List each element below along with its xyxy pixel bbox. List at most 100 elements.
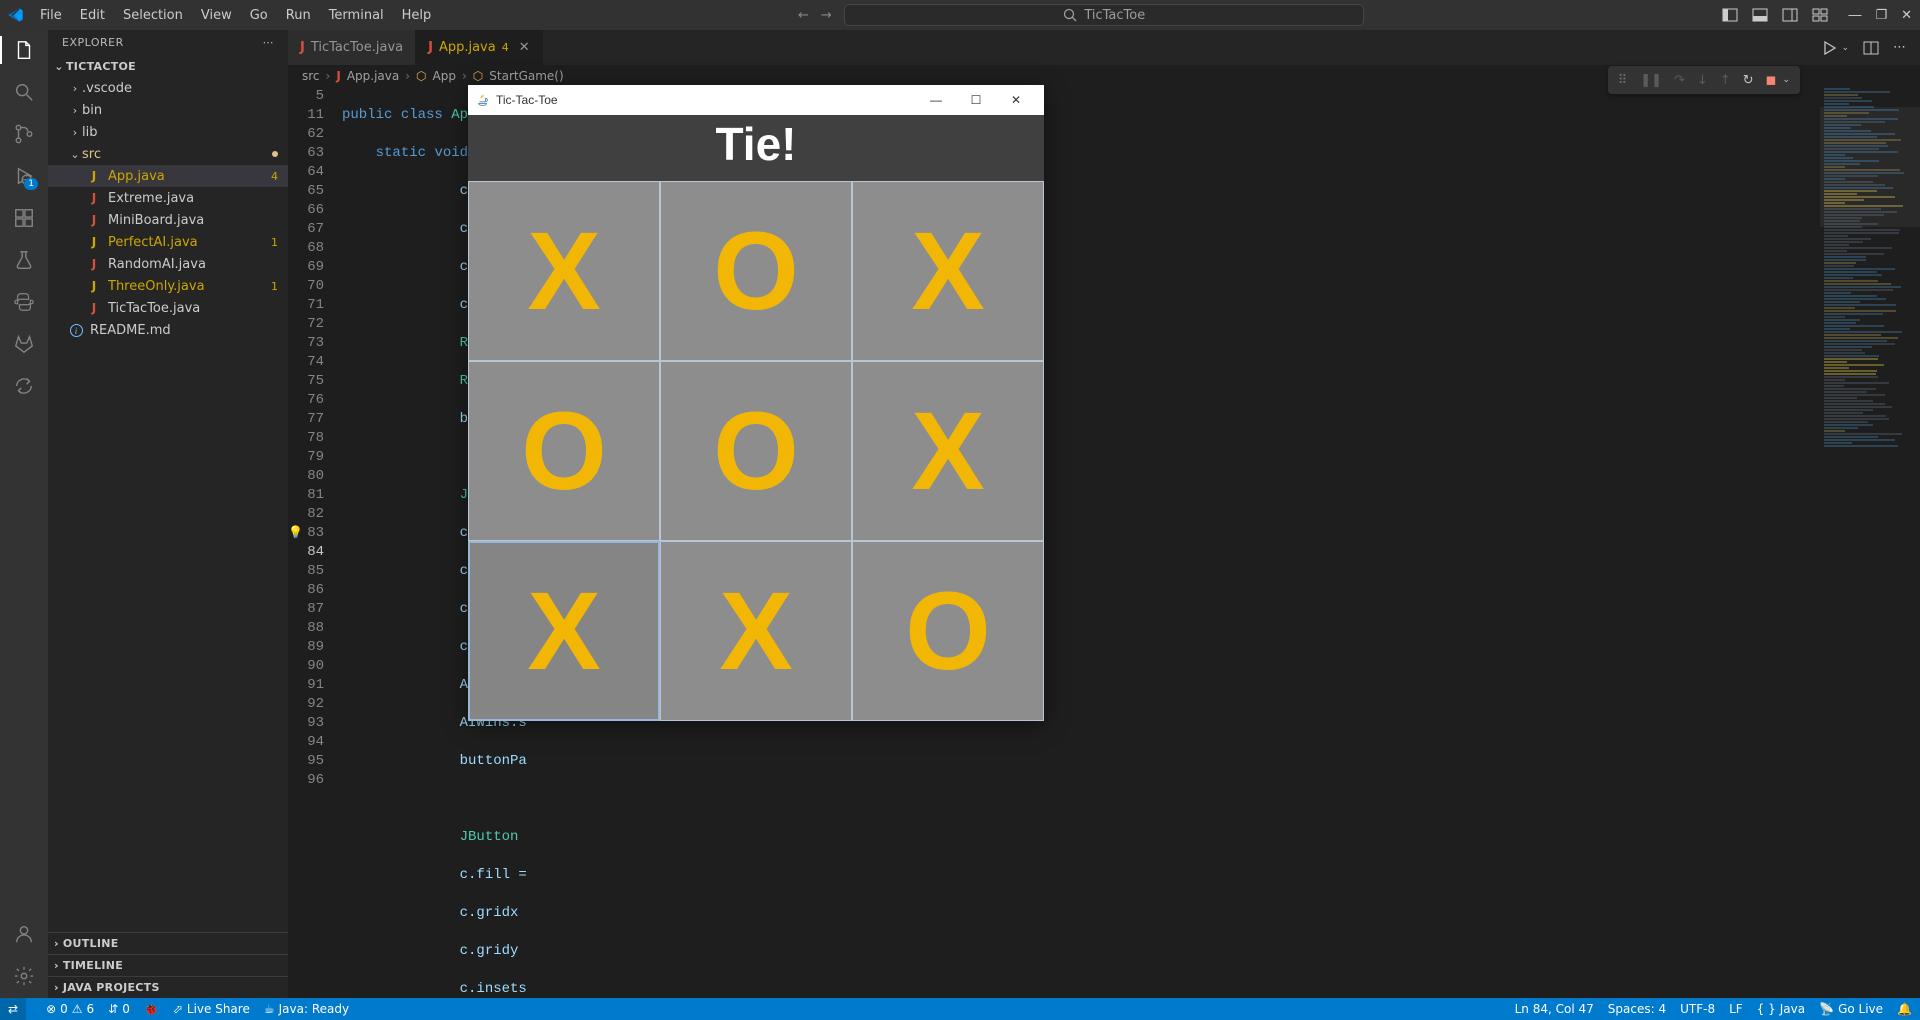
run-icon[interactable] — [1821, 40, 1837, 56]
menu-go[interactable]: Go — [242, 4, 276, 27]
activity-run-debug-icon[interactable]: 1 — [12, 164, 36, 188]
section-outline[interactable]: ›OUTLINE — [48, 932, 288, 954]
menu-run[interactable]: Run — [278, 4, 319, 27]
tab-app[interactable]: JApp.java4✕ — [416, 30, 543, 65]
split-editor-icon[interactable] — [1863, 40, 1879, 56]
explorer-more-icon[interactable]: ⋯ — [263, 36, 275, 49]
debug-stop-icon[interactable]: ◼ — [1766, 73, 1777, 88]
project-root[interactable]: ⌄TICTACTOE — [48, 55, 288, 77]
status-live-share[interactable]: ⬀Live Share — [173, 1002, 250, 1016]
status-encoding[interactable]: UTF-8 — [1680, 1002, 1715, 1016]
activity-gitlab-icon[interactable] — [12, 332, 36, 356]
menu-bar: File Edit Selection View Go Run Terminal… — [32, 4, 439, 27]
activity-python-icon[interactable] — [12, 290, 36, 314]
debug-badge: 1 — [24, 178, 38, 190]
folder-vscode[interactable]: ›.vscode — [48, 77, 288, 99]
menu-help[interactable]: Help — [394, 4, 440, 27]
game-cell-5[interactable]: X — [852, 361, 1044, 541]
folder-lib[interactable]: ›lib — [48, 121, 288, 143]
game-maximize-icon[interactable]: ☐ — [956, 93, 996, 107]
debug-step-into-icon[interactable]: ↓ — [1697, 73, 1708, 88]
activity-settings-icon[interactable] — [12, 964, 36, 988]
game-cell-0[interactable]: X — [468, 181, 660, 361]
folder-src[interactable]: ⌄src — [48, 143, 288, 165]
file-tree: ⌄TICTACTOE ›.vscode ›bin ›lib ⌄src JApp.… — [48, 55, 288, 932]
folder-bin[interactable]: ›bin — [48, 99, 288, 121]
activity-accounts-icon[interactable] — [12, 922, 36, 946]
game-cell-6[interactable]: X — [468, 541, 660, 721]
file-perfectai-java[interactable]: JPerfectAI.java1 — [48, 231, 288, 253]
file-threeonly-java[interactable]: JThreeOnly.java1 — [48, 275, 288, 297]
vscode-icon — [8, 7, 24, 23]
nav-back-icon[interactable]: ← — [798, 8, 809, 23]
status-problems[interactable]: ⊗0⚠6 — [46, 1002, 94, 1016]
debug-grip-icon[interactable]: ⠿ — [1618, 73, 1629, 88]
toggle-panel-icon[interactable] — [1752, 7, 1768, 23]
status-notifications-icon[interactable]: 🔔 — [1897, 1002, 1912, 1016]
modified-dot-icon — [272, 151, 278, 157]
toggle-primary-sidebar-icon[interactable] — [1722, 7, 1738, 23]
menu-view[interactable]: View — [193, 4, 240, 27]
java-icon — [476, 93, 490, 107]
window-minimize-icon[interactable]: ― — [1848, 8, 1861, 23]
tab-close-icon[interactable]: ✕ — [519, 40, 530, 55]
status-indent[interactable]: Spaces: 4 — [1608, 1002, 1666, 1016]
debug-toolbar[interactable]: ⠿ ❚❚ ↷ ↓ ↑ ↻ ◼⌄ — [1608, 66, 1800, 94]
status-cursor[interactable]: Ln 84, Col 47 — [1515, 1002, 1594, 1016]
section-timeline[interactable]: ›TIMELINE — [48, 954, 288, 976]
game-cell-8[interactable]: O — [852, 541, 1044, 721]
activity-source-control-icon[interactable] — [12, 122, 36, 146]
game-cell-2[interactable]: X — [852, 181, 1044, 361]
activity-testing-icon[interactable] — [12, 248, 36, 272]
debug-step-out-icon[interactable]: ↑ — [1720, 73, 1731, 88]
window-close-icon[interactable]: ✕ — [1901, 8, 1912, 23]
search-icon — [1062, 7, 1078, 23]
file-readme[interactable]: iREADME.md — [48, 319, 288, 341]
activity-extensions-icon[interactable] — [12, 206, 36, 230]
menu-file[interactable]: File — [32, 4, 70, 27]
line-gutter: 5116263646566676869707172737475767778798… — [288, 87, 342, 790]
status-language[interactable]: { } Java — [1757, 1002, 1805, 1016]
status-java[interactable]: ☕Java: Ready — [264, 1002, 349, 1016]
command-center-text: TicTacToe — [1084, 8, 1145, 23]
section-java-projects[interactable]: ›JAVA PROJECTS — [48, 976, 288, 998]
game-title-bar[interactable]: Tic-Tac-Toe ― ☐ ✕ — [468, 85, 1044, 115]
activity-search-icon[interactable] — [12, 80, 36, 104]
file-miniboard-java[interactable]: JMiniBoard.java — [48, 209, 288, 231]
game-close-icon[interactable]: ✕ — [996, 93, 1036, 107]
editor-more-icon[interactable]: ⋯ — [1893, 40, 1906, 55]
game-minimize-icon[interactable]: ― — [916, 93, 956, 107]
game-cell-4[interactable]: O — [660, 361, 852, 541]
game-cell-1[interactable]: O — [660, 181, 852, 361]
command-center[interactable]: TicTacToe — [844, 4, 1364, 26]
debug-restart-icon[interactable]: ↻ — [1743, 73, 1754, 88]
debug-pause-icon[interactable]: ❚❚ — [1640, 73, 1662, 88]
game-cell-7[interactable]: X — [660, 541, 852, 721]
activity-explorer-icon[interactable] — [12, 38, 36, 62]
tab-bar: JTicTacToe.java JApp.java4✕ ⌄ ⋯ — [288, 30, 1920, 65]
debug-step-over-icon[interactable]: ↷ — [1674, 73, 1685, 88]
remote-indicator[interactable]: ⇄ — [0, 998, 26, 1020]
status-debug[interactable]: 🐞 — [144, 1002, 159, 1016]
toggle-secondary-sidebar-icon[interactable] — [1782, 7, 1798, 23]
menu-terminal[interactable]: Terminal — [321, 4, 392, 27]
customize-layout-icon[interactable] — [1812, 7, 1828, 23]
tab-tictactoe[interactable]: JTicTacToe.java — [288, 30, 416, 65]
nav-forward-icon[interactable]: → — [821, 8, 832, 23]
file-randomai-java[interactable]: JRandomAI.java — [48, 253, 288, 275]
tic-tac-toe-window: Tic-Tac-Toe ― ☐ ✕ Tie! XOXOOXXXO — [468, 85, 1044, 721]
file-app-java[interactable]: JApp.java4 — [48, 165, 288, 187]
game-window-title: Tic-Tac-Toe — [496, 93, 558, 107]
activity-share-icon[interactable] — [12, 374, 36, 398]
status-ports[interactable]: ⇵0 — [108, 1002, 130, 1016]
file-tictactoe-java[interactable]: JTicTacToe.java — [48, 297, 288, 319]
menu-selection[interactable]: Selection — [115, 4, 191, 27]
game-status-header: Tie! — [468, 115, 1044, 181]
status-eol[interactable]: LF — [1729, 1002, 1743, 1016]
file-extreme-java[interactable]: JExtreme.java — [48, 187, 288, 209]
status-go-live[interactable]: 📡 Go Live — [1819, 1002, 1883, 1016]
window-maximize-icon[interactable]: ❐ — [1875, 8, 1887, 23]
menu-edit[interactable]: Edit — [72, 4, 113, 27]
game-cell-3[interactable]: O — [468, 361, 660, 541]
minimap[interactable] — [1820, 87, 1920, 998]
